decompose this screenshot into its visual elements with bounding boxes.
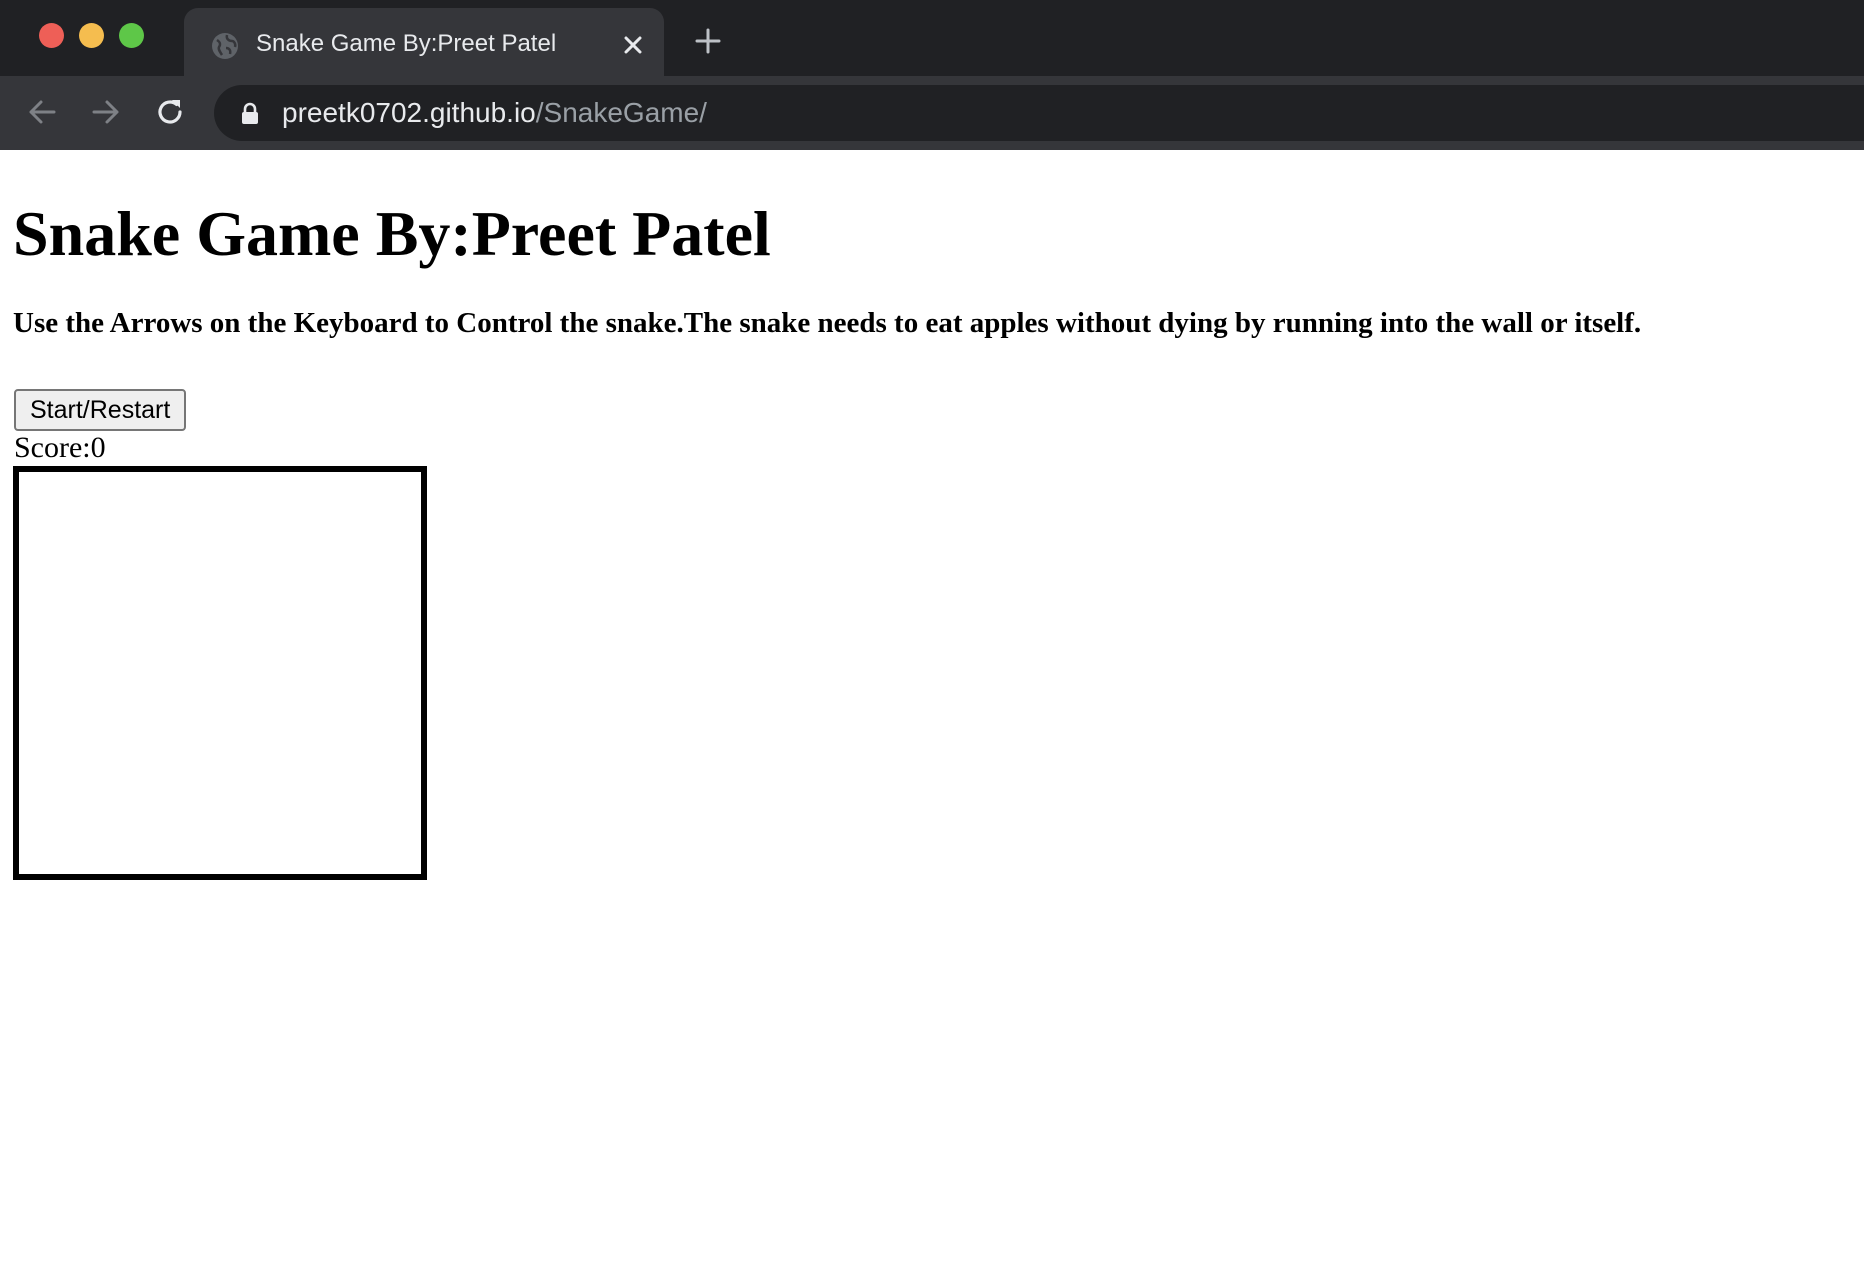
score-value: 0: [90, 431, 106, 464]
plus-icon[interactable]: [694, 27, 722, 55]
game-board-canvas[interactable]: [13, 466, 427, 880]
score-label: Score:: [14, 431, 91, 464]
lock-icon[interactable]: [240, 102, 260, 126]
window-minimize-button[interactable]: [79, 23, 104, 48]
window-close-button[interactable]: [39, 23, 64, 48]
url-path: /SnakeGame/: [535, 97, 707, 128]
globe-icon: [210, 31, 240, 61]
browser-tab-active[interactable]: Snake Game By:Preet Patel: [184, 8, 664, 78]
browser-toolbar: preetk0702.github.io/SnakeGame/: [0, 76, 1864, 150]
page-content: Snake Game By:Preet Patel Use the Arrows…: [0, 150, 1864, 1278]
game-instructions: Use the Arrows on the Keyboard to Contro…: [13, 307, 1642, 339]
close-icon[interactable]: [620, 32, 646, 58]
window-zoom-button[interactable]: [119, 23, 144, 48]
tab-title: Snake Game By:Preet Patel: [256, 30, 557, 57]
page-title: Snake Game By:Preet Patel: [13, 198, 771, 269]
url-text[interactable]: preetk0702.github.io/SnakeGame/: [282, 95, 707, 131]
arrow-right-icon[interactable]: [88, 94, 124, 130]
address-bar[interactable]: preetk0702.github.io/SnakeGame/: [214, 85, 1864, 141]
start-restart-button[interactable]: Start/Restart: [14, 389, 187, 431]
url-host: preetk0702.github.io: [282, 97, 536, 128]
reload-icon[interactable]: [152, 94, 188, 130]
arrow-left-icon[interactable]: [24, 94, 60, 130]
score-display: Score:0: [14, 428, 106, 467]
browser-window-chrome: Snake Game By:Preet Patel preetk0702.git…: [0, 0, 1864, 150]
tab-strip: Snake Game By:Preet Patel: [0, 0, 1864, 78]
